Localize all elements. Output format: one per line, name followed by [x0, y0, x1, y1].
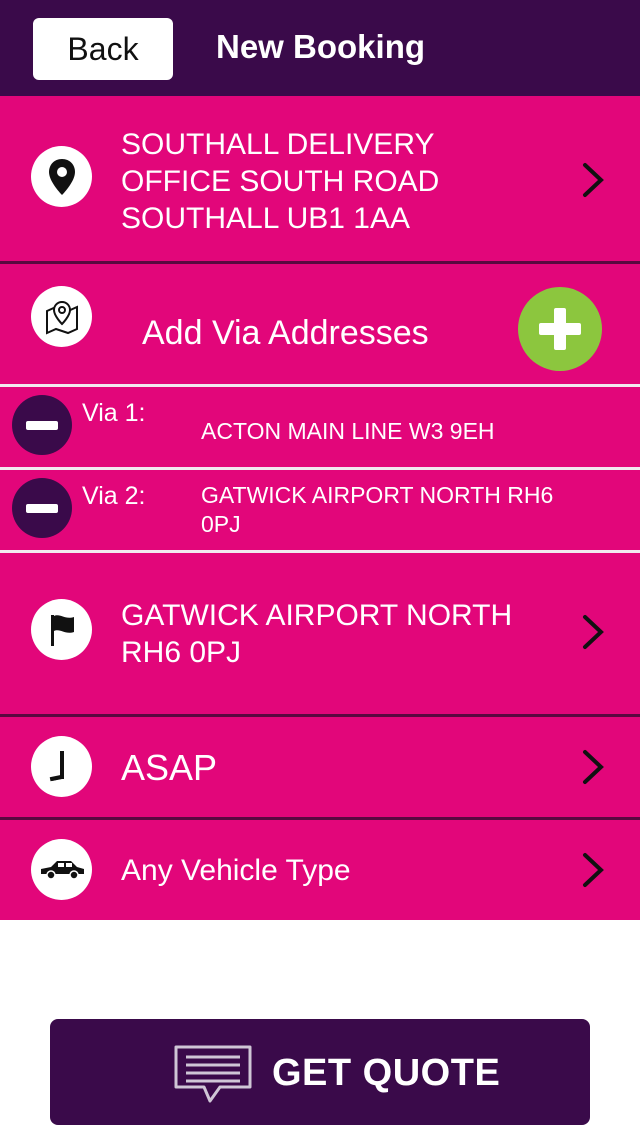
pickup-time-row[interactable]: ASAP [0, 717, 640, 817]
pickup-address-row[interactable]: SOUTHALL DELIVERY OFFICE SOUTH ROAD SOUT… [0, 96, 640, 261]
via-item: Via 1: ACTON MAIN LINE W3 9EH [0, 387, 640, 467]
chevron-right-icon [583, 750, 604, 784]
via-address-line: ACTON MAIN LINE W3 9EH [201, 418, 495, 444]
chevron-right-icon [583, 163, 604, 197]
add-via-button[interactable] [518, 287, 602, 371]
via-address: ACTON MAIN LINE W3 9EH [201, 417, 495, 445]
car-icon [31, 839, 92, 900]
dropoff-address: GATWICK AIRPORT NORTH RH6 0PJ [121, 597, 512, 671]
top-bar: Back New Booking [0, 0, 640, 96]
dropoff-address-row[interactable]: GATWICK AIRPORT NORTH RH6 0PJ [0, 553, 640, 714]
add-via-label: Add Via Addresses [142, 314, 429, 352]
remove-via-button[interactable] [12, 395, 72, 455]
remove-via-button[interactable] [12, 478, 72, 538]
via-label: Via 1: [82, 399, 146, 427]
dropoff-address-line: GATWICK AIRPORT NORTH [121, 599, 513, 632]
pickup-address-line: SOUTHALL DELIVERY [121, 128, 435, 161]
get-quote-label: GET QUOTE [272, 1052, 501, 1094]
via-address: GATWICK AIRPORT NORTH RH6 0PJ [201, 481, 553, 539]
via-address-line: 0PJ [201, 511, 241, 537]
pickup-address-line: SOUTHALL UB1 1AA [121, 202, 410, 235]
vehicle-type-label: Any Vehicle Type [121, 854, 351, 887]
pickup-address: SOUTHALL DELIVERY OFFICE SOUTH ROAD SOUT… [121, 126, 439, 237]
pickup-address-line: OFFICE SOUTH ROAD [121, 165, 440, 198]
dropoff-address-line: RH6 0PJ [121, 636, 242, 669]
chevron-right-icon [583, 853, 604, 887]
via-item: Via 2: GATWICK AIRPORT NORTH RH6 0PJ [0, 470, 640, 550]
location-pin-icon [31, 146, 92, 207]
page-title: New Booking [216, 28, 426, 65]
via-address-line: GATWICK AIRPORT NORTH RH6 [201, 482, 554, 508]
via-label: Via 2: [82, 482, 146, 510]
map-pin-icon [31, 286, 92, 347]
pickup-time-label: ASAP [121, 747, 218, 788]
chevron-right-icon [583, 615, 604, 649]
back-button[interactable]: Back [33, 18, 173, 80]
clock-icon [31, 736, 92, 797]
flag-icon [31, 599, 92, 660]
vehicle-type-row[interactable]: Any Vehicle Type [0, 820, 640, 920]
get-quote-button[interactable]: GET QUOTE [50, 1019, 590, 1125]
message-icon [174, 1045, 252, 1103]
